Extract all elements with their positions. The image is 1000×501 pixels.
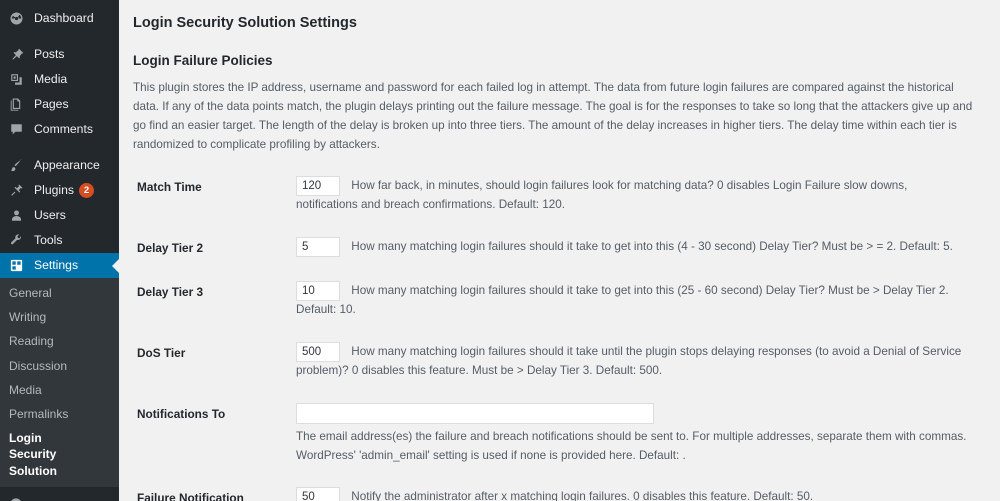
plug-icon	[9, 182, 27, 200]
notifications-to-input-wrap	[296, 402, 972, 424]
collapse-arrow-icon	[9, 497, 23, 501]
field-label-failure-notification: Failure Notification	[137, 491, 244, 501]
submenu-item-login-security-solution[interactable]: Login Security Solution	[0, 426, 92, 483]
wrench-icon	[9, 232, 27, 250]
dashboard-icon	[9, 10, 27, 28]
sidebar-item-label: Posts	[34, 47, 65, 62]
sidebar-item-pages[interactable]: Pages	[0, 92, 119, 117]
failure-notification-input[interactable]	[296, 487, 340, 501]
sidebar-item-appearance[interactable]: Appearance	[0, 153, 119, 178]
settings-submenu: General Writing Reading Discussion Media…	[0, 278, 119, 487]
sidebar-item-label: Pages	[34, 97, 69, 112]
field-cell-delay-tier-3: How many matching login failures should …	[296, 270, 982, 331]
field-label-match-time: Match Time	[137, 180, 202, 195]
field-label-notifications-to: Notifications To	[137, 406, 226, 421]
section-title: Login Failure Policies	[133, 52, 273, 68]
field-cell-delay-tier-2: How many matching login failures should …	[296, 226, 982, 271]
settings-content: Login Security Solution Settings Login F…	[119, 0, 1000, 501]
sidebar-item-label: Appearance	[34, 158, 100, 173]
sidebar-item-comments[interactable]: Comments	[0, 117, 119, 142]
pages-icon	[9, 96, 27, 114]
field-cell-failure-notification: Notify the administrator after x matchin…	[296, 476, 982, 501]
collapse-menu-button[interactable]: Collapse menu	[0, 493, 119, 501]
field-label-delay-tier-2: Delay Tier 2	[137, 240, 204, 255]
sidebar-item-tools[interactable]: Tools	[0, 228, 119, 253]
notifications-to-description: The email address(es) the failure and br…	[296, 429, 967, 462]
match-time-input[interactable]	[296, 176, 340, 197]
sidebar-item-label: Tools	[34, 233, 63, 248]
table-row-failure-notification: Failure Notification Notify the administ…	[133, 476, 982, 501]
user-icon	[9, 207, 27, 225]
dos-tier-input[interactable]	[296, 342, 340, 363]
sidebar-item-settings[interactable]: Settings	[0, 253, 120, 278]
submenu-item-writing[interactable]: Writing	[0, 305, 119, 329]
delay-tier-3-input[interactable]	[296, 281, 340, 302]
admin-screen: Dashboard Posts Media Pages Comments App…	[0, 0, 1000, 501]
sidebar-item-label: Comments	[34, 122, 93, 137]
table-row-notifications-to: Notifications To The email address(es) t…	[133, 392, 982, 476]
page-title: Login Security Solution Settings	[133, 15, 357, 31]
failure-notification-description: Notify the administrator after x matchin…	[351, 490, 814, 501]
field-label-dos-tier: DoS Tier	[137, 346, 186, 361]
sidebar-item-label: Plugins	[34, 183, 74, 198]
sidebar-item-dashboard[interactable]: Dashboard	[0, 6, 119, 31]
sidebar-item-posts[interactable]: Posts	[0, 42, 119, 67]
field-cell-notifications-to: The email address(es) the failure and br…	[296, 392, 982, 476]
sidebar-divider	[0, 31, 119, 42]
table-row-match-time: Match Time How far back, in minutes, sho…	[133, 165, 982, 226]
field-cell-match-time: How far back, in minutes, should login f…	[296, 165, 982, 226]
match-time-description: How far back, in minutes, should login f…	[296, 179, 908, 212]
sidebar-item-label: Dashboard	[34, 11, 94, 26]
admin-sidebar: Dashboard Posts Media Pages Comments App…	[0, 0, 120, 501]
sidebar-item-users[interactable]: Users	[0, 203, 119, 228]
settings-icon	[9, 257, 27, 275]
brush-icon	[9, 157, 27, 175]
delay-tier-3-description: How many matching login failures should …	[296, 284, 949, 317]
collapse-menu-wrap: Collapse menu	[0, 493, 119, 501]
submenu-item-reading[interactable]: Reading	[0, 329, 119, 353]
submenu-item-media[interactable]: Media	[0, 378, 119, 402]
sidebar-item-label: Users	[34, 208, 66, 223]
media-icon	[9, 71, 27, 89]
submenu-item-general[interactable]: General	[0, 281, 119, 305]
sidebar-item-plugins[interactable]: Plugins 2	[0, 178, 119, 203]
plugins-update-badge: 2	[78, 183, 94, 198]
table-row-delay-tier-3: Delay Tier 3 How many matching login fai…	[133, 270, 982, 331]
table-row-dos-tier: DoS Tier How many matching login failure…	[133, 331, 982, 392]
dos-tier-description: How many matching login failures should …	[296, 345, 962, 378]
sidebar-item-label: Media	[34, 72, 68, 87]
notifications-to-input[interactable]	[296, 402, 654, 424]
field-label-delay-tier-3: Delay Tier 3	[137, 285, 204, 300]
submenu-item-permalinks[interactable]: Permalinks	[0, 402, 119, 426]
comments-icon	[9, 121, 27, 139]
sidebar-item-media[interactable]: Media	[0, 67, 119, 92]
settings-form-table: Match Time How far back, in minutes, sho…	[133, 165, 982, 501]
delay-tier-2-description: How many matching login failures should …	[351, 240, 953, 254]
intro-paragraph: This plugin stores the IP address, usern…	[133, 81, 973, 152]
submenu-item-discussion[interactable]: Discussion	[0, 354, 119, 378]
pin-icon	[9, 46, 27, 64]
table-row-delay-tier-2: Delay Tier 2 How many matching login fai…	[133, 226, 982, 271]
sidebar-divider	[0, 142, 119, 153]
delay-tier-2-input[interactable]	[296, 236, 340, 257]
field-cell-dos-tier: How many matching login failures should …	[296, 331, 982, 392]
sidebar-item-label: Settings	[34, 258, 79, 273]
